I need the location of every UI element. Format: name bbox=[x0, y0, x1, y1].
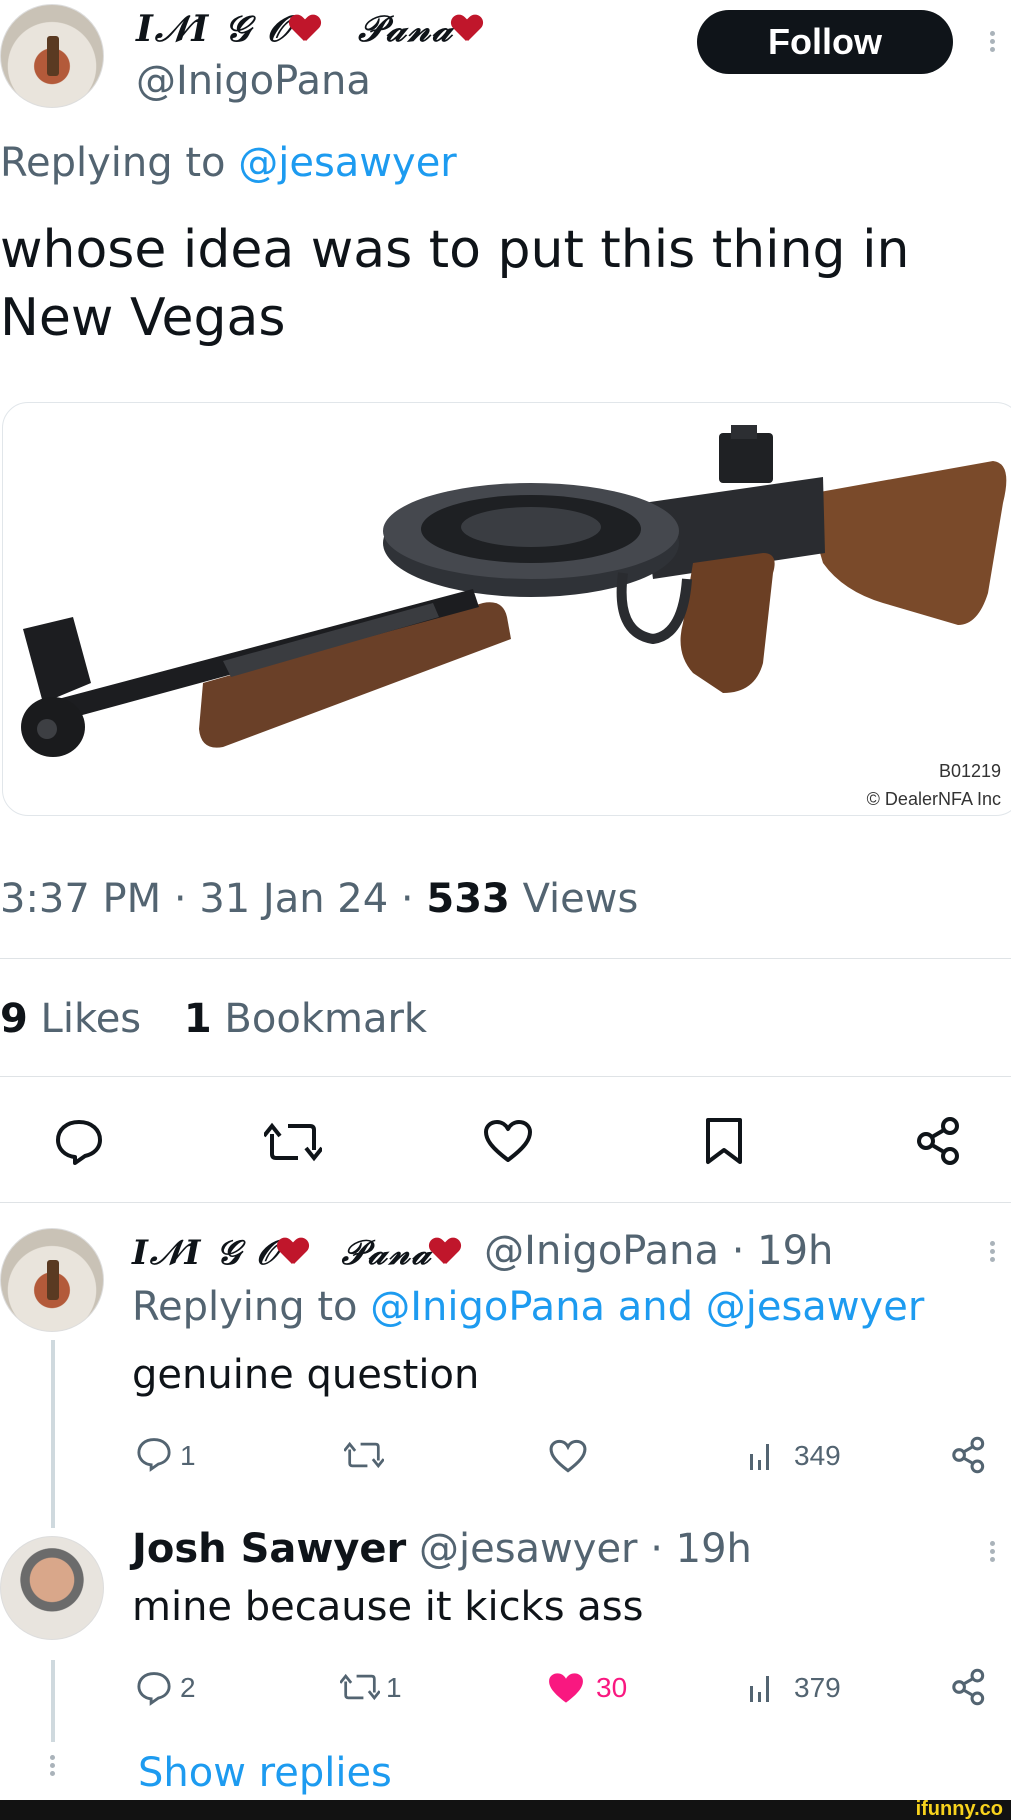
reply-text: mine because it kicks ass bbox=[132, 1584, 644, 1630]
views-count: 533 bbox=[426, 876, 510, 922]
retweet-icon[interactable] bbox=[264, 1120, 322, 1164]
show-replies-link[interactable]: Show replies bbox=[138, 1750, 392, 1796]
share-icon[interactable] bbox=[950, 1668, 988, 1706]
more-options-icon[interactable] bbox=[990, 28, 996, 55]
reply-header: Josh Sawyer @jesawyer · 19h bbox=[132, 1526, 752, 1572]
engagement-stats: 9 Likes 1 Bookmark bbox=[0, 996, 427, 1042]
tweet-image[interactable]: B01219 © DealerNFA Inc bbox=[2, 402, 1011, 816]
bookmarks-stat[interactable]: 1 Bookmark bbox=[184, 996, 427, 1042]
reply-icon[interactable] bbox=[136, 1436, 172, 1472]
watermark-bar: ifunny.co bbox=[0, 1798, 1011, 1820]
divider bbox=[0, 1202, 1011, 1203]
views-icon[interactable] bbox=[748, 1440, 776, 1472]
follow-button[interactable]: Follow bbox=[697, 10, 953, 74]
bookmark-icon[interactable] bbox=[704, 1116, 744, 1166]
retweet-icon[interactable] bbox=[340, 1672, 380, 1702]
views-count: 349 bbox=[794, 1440, 841, 1471]
more-options-icon[interactable] bbox=[990, 1538, 996, 1565]
thread-line bbox=[51, 1660, 55, 1742]
tweet-text: whose idea was to put this thing in New … bbox=[0, 220, 910, 348]
image-caption-copyright: © DealerNFA Inc bbox=[866, 789, 1001, 809]
thread-more-dots bbox=[50, 1752, 56, 1779]
liked-heart-icon[interactable] bbox=[546, 1670, 586, 1706]
thread-line bbox=[51, 1340, 55, 1528]
share-icon[interactable] bbox=[914, 1116, 964, 1166]
like-count: 30 bbox=[596, 1672, 628, 1703]
retweet-count: 1 bbox=[386, 1672, 402, 1703]
reply-count: 2 bbox=[180, 1672, 196, 1703]
reply-icon[interactable] bbox=[136, 1670, 172, 1706]
author-handle[interactable]: @InigoPana bbox=[136, 58, 371, 104]
retweet-icon[interactable] bbox=[344, 1440, 384, 1470]
reply-count: 1 bbox=[180, 1440, 196, 1471]
like-icon[interactable] bbox=[482, 1118, 534, 1164]
reply-avatar[interactable] bbox=[0, 1228, 104, 1332]
reply-header: I𝒩I 𝒢 𝒪 𝒫𝒶𝓃𝒶 @InigoPana · 19h bbox=[132, 1228, 833, 1274]
author-display-name[interactable]: I𝒩I 𝒢 𝒪 𝒫𝒶𝓃𝒶 bbox=[136, 8, 482, 51]
reply-display-name[interactable]: Josh Sawyer bbox=[132, 1526, 406, 1572]
replying-to-link[interactable]: @InigoPana and @jesawyer bbox=[370, 1284, 924, 1330]
reply-handle-time[interactable]: @InigoPana · 19h bbox=[484, 1228, 833, 1274]
share-icon[interactable] bbox=[950, 1436, 988, 1474]
replying-to-line: Replying to @jesawyer bbox=[0, 140, 457, 186]
likes-stat[interactable]: 9 Likes bbox=[0, 996, 141, 1042]
divider bbox=[0, 958, 1011, 959]
anatomical-heart-icon bbox=[280, 1234, 308, 1268]
reply-handle-time[interactable]: @jesawyer · 19h bbox=[419, 1526, 752, 1572]
reply-text: genuine question bbox=[132, 1352, 480, 1398]
tweet-timestamp: 3:37 PM · 31 Jan 24 · 533 Views bbox=[0, 876, 639, 922]
author-avatar[interactable] bbox=[0, 4, 104, 108]
anatomical-heart-icon bbox=[292, 11, 320, 45]
reply-icon[interactable] bbox=[54, 1118, 104, 1166]
image-caption-code: B01219 bbox=[938, 761, 1001, 781]
reply-replying-to: Replying to @InigoPana and @jesawyer bbox=[132, 1284, 925, 1330]
replying-to-link[interactable]: @jesawyer bbox=[238, 140, 457, 186]
more-options-icon[interactable] bbox=[990, 1238, 996, 1265]
ifunny-watermark: ifunny.co bbox=[915, 1798, 1003, 1820]
rifle-illustration bbox=[21, 425, 1007, 757]
reply-avatar[interactable] bbox=[0, 1536, 104, 1640]
divider bbox=[0, 1076, 1011, 1077]
views-icon[interactable] bbox=[748, 1672, 776, 1704]
anatomical-heart-icon bbox=[432, 1234, 460, 1268]
views-count: 379 bbox=[794, 1672, 841, 1703]
like-icon[interactable] bbox=[548, 1438, 588, 1474]
anatomical-heart-icon bbox=[454, 11, 482, 45]
reply-display-name[interactable]: I𝒩I 𝒢 𝒪 𝒫𝒶𝓃𝒶 bbox=[132, 1233, 474, 1273]
